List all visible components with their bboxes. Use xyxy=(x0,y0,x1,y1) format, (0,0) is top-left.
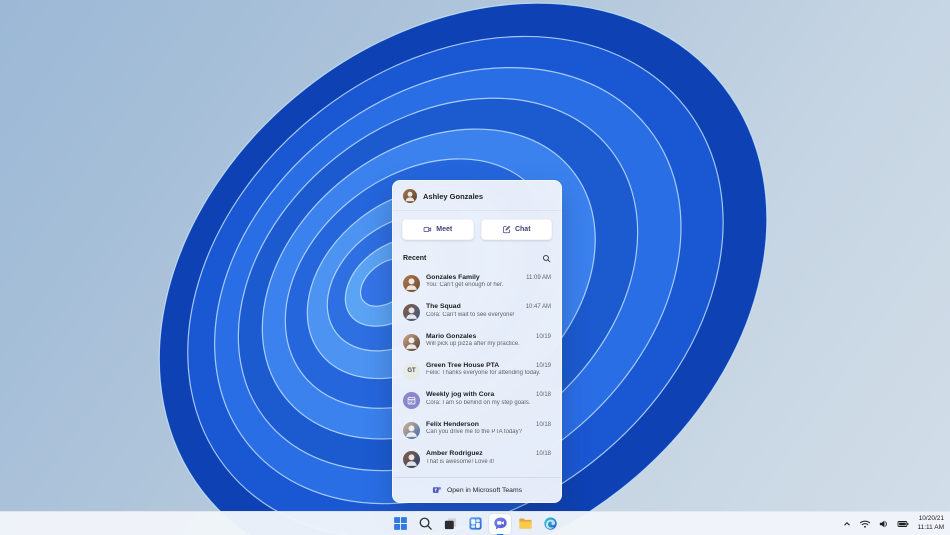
conversation-preview: You: Can't get enough of her. xyxy=(426,282,504,289)
conversation-avatar xyxy=(403,392,420,410)
conversation-title: Weekly jog with Cora xyxy=(426,391,495,399)
conversation-timestamp: 10/19 xyxy=(535,362,551,369)
meet-button[interactable]: Meet xyxy=(402,219,474,240)
teams-chat-icon xyxy=(493,517,507,530)
person-icon xyxy=(405,191,415,202)
search-icon xyxy=(419,517,432,530)
open-in-teams-button[interactable]: Open in Microsoft Teams xyxy=(393,477,561,502)
volume-icon xyxy=(879,520,887,527)
conversation-avatar xyxy=(403,274,420,292)
battery-icon xyxy=(897,520,908,527)
recent-label: Recent xyxy=(403,255,427,262)
user-name: Ashley Gonzales xyxy=(423,191,484,201)
chat-button-label: Chat xyxy=(514,226,531,233)
meet-button-label: Meet xyxy=(436,226,453,233)
taskbar-widgets-button[interactable] xyxy=(464,514,486,534)
conversation-avatar xyxy=(403,451,420,469)
person-icon xyxy=(406,454,417,467)
chat-flyout-panel: Ashley Gonzales Meet Chat Recent Gonzale… xyxy=(392,180,562,503)
conversation-timestamp: 10/18 xyxy=(535,421,551,428)
taskbar-search-button[interactable] xyxy=(414,514,436,534)
battery-button[interactable] xyxy=(896,517,910,531)
conversation-row[interactable]: Felix Henderson 10/18 Can you drive me t… xyxy=(393,421,561,439)
folder-icon xyxy=(518,518,532,529)
search-button[interactable] xyxy=(542,254,551,263)
hidden-icons-button[interactable] xyxy=(841,517,853,531)
conversation-title: Felix Henderson xyxy=(426,420,479,428)
conversation-text: Green Tree House PTA 10/19 Felix: Thanks… xyxy=(426,362,551,377)
conversation-title: Green Tree House PTA xyxy=(426,361,500,369)
volume-button[interactable] xyxy=(877,517,891,531)
compose-icon xyxy=(503,225,510,234)
tray-time: 11:11 AM xyxy=(917,523,945,531)
taskbar: 10/20/21 11:11 AM xyxy=(0,511,950,535)
conversation-timestamp: 10/18 xyxy=(535,451,551,458)
taskbar-file-explorer-button[interactable] xyxy=(514,514,536,534)
conversation-preview: Felix: Thanks everyone for attending tod… xyxy=(426,370,541,377)
conversation-preview: Cora: Can't wait to see everyone! xyxy=(426,311,515,318)
taskbar-start-button[interactable] xyxy=(389,514,411,534)
conversation-row[interactable]: The Squad 10:47 AM Cora: Can't wait to s… xyxy=(393,303,561,322)
conversation-text: Felix Henderson 10/18 Can you drive me t… xyxy=(426,421,551,436)
conversation-title: Gonzales Family xyxy=(426,273,480,281)
conversation-timestamp: 11:09 AM xyxy=(526,274,551,281)
widgets-icon xyxy=(468,517,482,530)
conversation-title: Amber Rodriguez xyxy=(426,450,483,458)
avatar-initials: GT xyxy=(407,368,416,375)
chat-button[interactable]: Chat xyxy=(480,219,552,240)
conversation-text: Amber Rodriguez 10/18 That is awesome! L… xyxy=(426,450,551,465)
conversation-row[interactable]: Mario Gonzales 10/19 Will pick up pizza … xyxy=(393,333,561,351)
panel-header: Ashley Gonzales xyxy=(393,181,561,211)
open-in-teams-label: Open in Microsoft Teams xyxy=(446,486,523,494)
conversation-list: Gonzales Family 11:09 AM You: Can't get … xyxy=(393,266,561,477)
conversation-text: Weekly jog with Cora 10/18 Cora: I am so… xyxy=(426,391,551,406)
taskbar-center-icons xyxy=(389,512,561,535)
conversation-avatar xyxy=(403,421,420,439)
conversation-timestamp: 10/18 xyxy=(535,392,551,399)
person-icon xyxy=(406,425,417,437)
tray-date: 10/20/21 xyxy=(918,515,944,522)
wifi-icon xyxy=(859,520,870,528)
person-icon xyxy=(406,307,417,319)
teams-icon xyxy=(432,486,441,493)
system-tray: 10/20/21 11:11 AM xyxy=(841,512,945,535)
taskbar-task-view-button[interactable] xyxy=(439,514,461,534)
action-buttons: Meet Chat xyxy=(393,211,561,249)
conversation-preview: Cora: I am so behind on my step goals. xyxy=(426,399,531,406)
user-avatar[interactable] xyxy=(403,189,417,203)
taskbar-chat-button[interactable] xyxy=(489,513,511,535)
search-icon xyxy=(543,255,551,263)
chevron-up-icon xyxy=(843,521,850,526)
conversation-preview: Can you drive me to the PTA today? xyxy=(426,429,522,436)
person-icon xyxy=(406,278,417,290)
person-icon xyxy=(406,336,417,349)
task-view-icon xyxy=(444,518,456,530)
video-camera-icon xyxy=(423,226,432,233)
conversation-avatar: GT xyxy=(403,362,420,380)
conversation-row[interactable]: Gonzales Family 11:09 AM You: Can't get … xyxy=(393,274,561,292)
conversation-row[interactable]: Weekly jog with Cora 10/18 Cora: I am so… xyxy=(393,391,561,410)
conversation-avatar xyxy=(403,333,420,351)
conversation-timestamp: 10:47 AM xyxy=(525,304,551,311)
recent-header: Recent xyxy=(393,249,561,266)
conversation-avatar xyxy=(403,304,420,322)
conversation-row[interactable]: Amber Rodriguez 10/18 That is awesome! L… xyxy=(393,450,561,469)
conversation-text: The Squad 10:47 AM Cora: Can't wait to s… xyxy=(426,303,551,318)
taskbar-edge-button[interactable] xyxy=(539,514,561,534)
conversation-preview: Will pick up pizza after my practice. xyxy=(426,341,520,348)
network-button[interactable] xyxy=(858,517,872,531)
conversation-timestamp: 10/19 xyxy=(535,333,551,340)
conversation-title: The Squad xyxy=(426,303,461,311)
conversation-row[interactable]: GT Green Tree House PTA 10/19 Felix: Tha… xyxy=(393,362,561,380)
clock[interactable]: 10/20/21 11:11 AM xyxy=(915,515,945,532)
conversation-preview: That is awesome! Love it! xyxy=(426,458,495,465)
edge-browser-icon xyxy=(543,517,557,530)
windows-logo-icon xyxy=(393,517,407,530)
conversation-title: Mario Gonzales xyxy=(426,332,477,340)
conversation-text: Gonzales Family 11:09 AM You: Can't get … xyxy=(426,274,551,289)
calendar-icon xyxy=(407,397,416,405)
conversation-text: Mario Gonzales 10/19 Will pick up pizza … xyxy=(426,333,551,348)
